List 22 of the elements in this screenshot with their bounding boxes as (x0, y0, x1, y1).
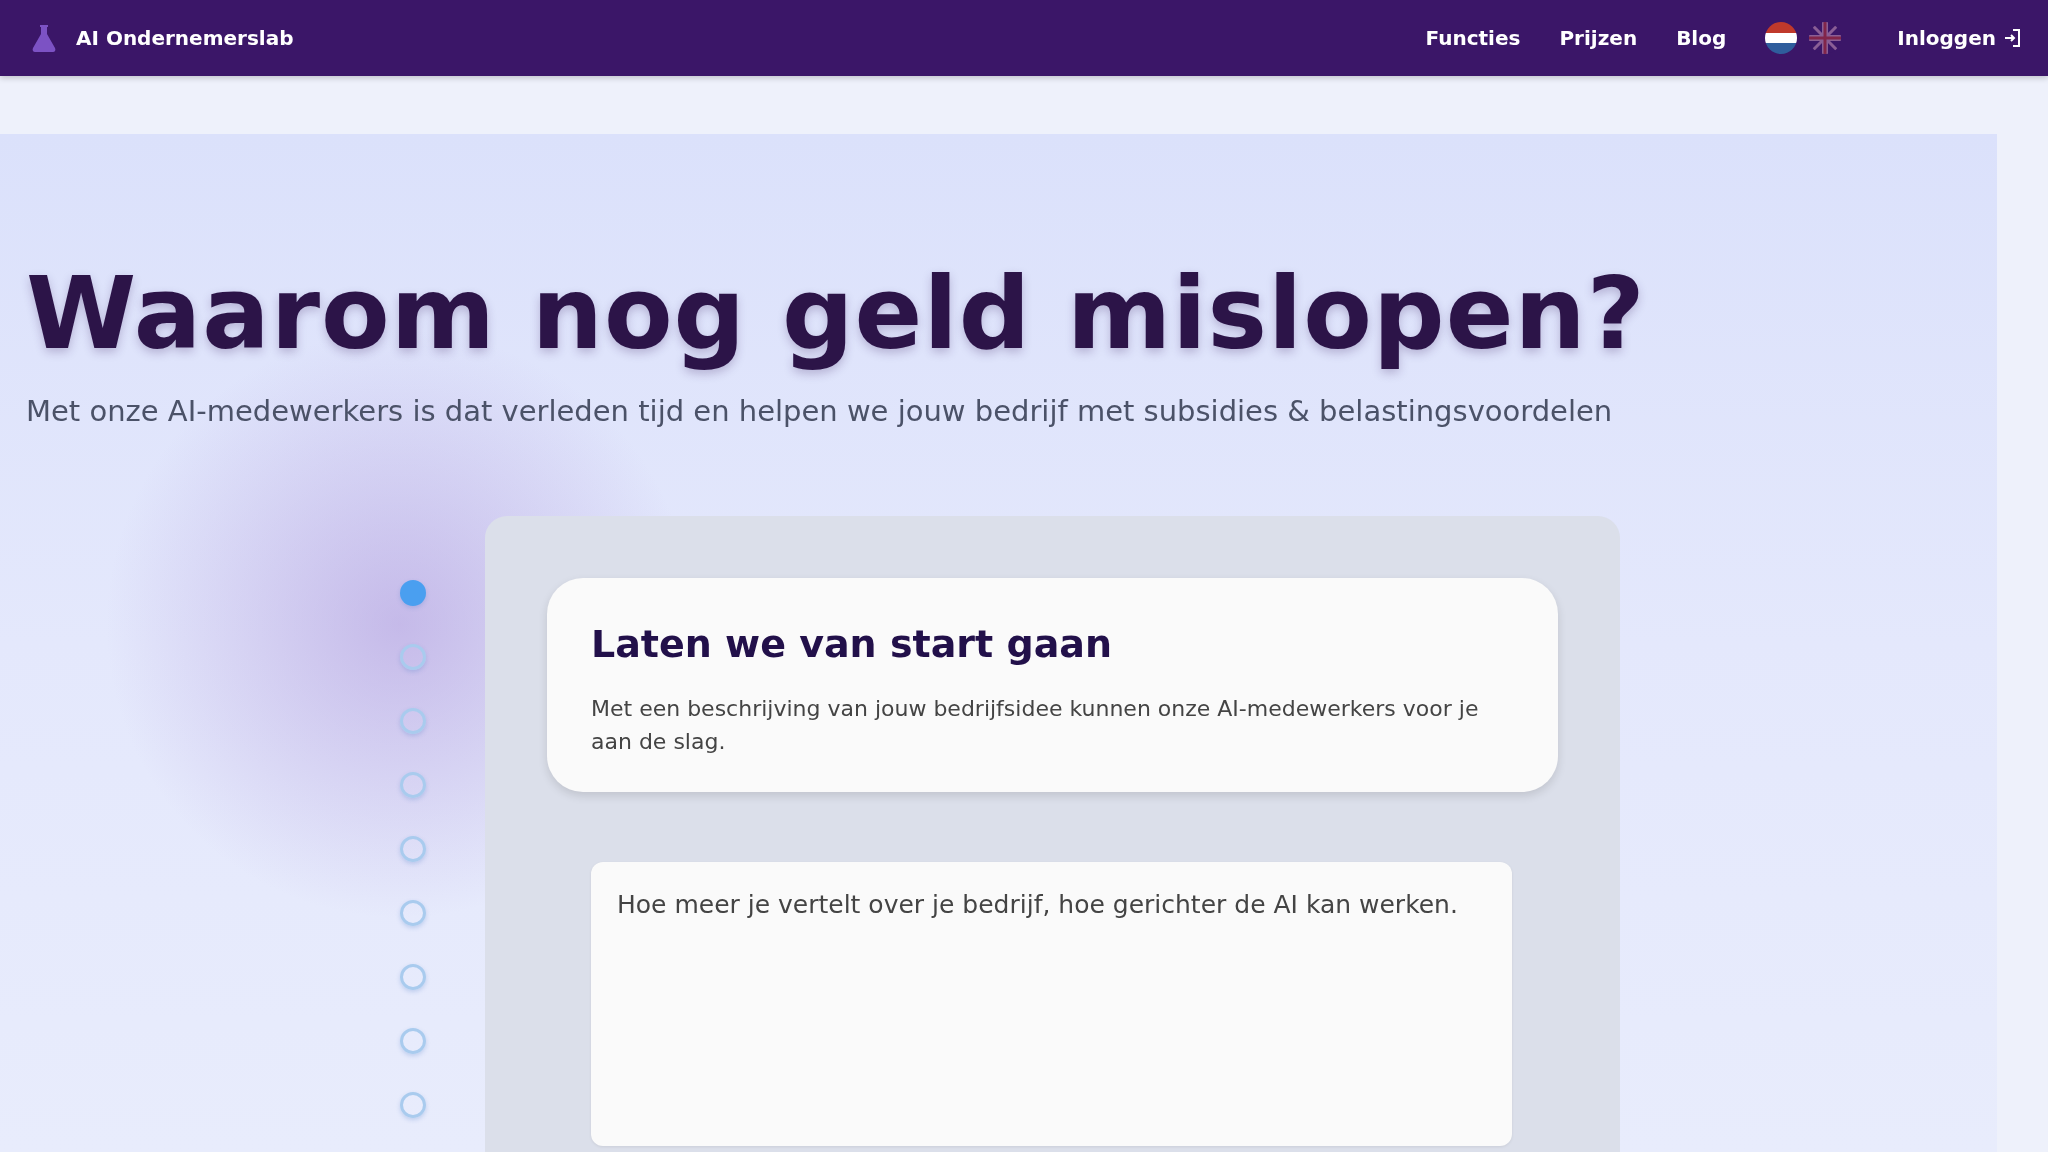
step-indicator[interactable] (400, 644, 426, 670)
step-indicator[interactable] (400, 836, 426, 862)
step-indicator[interactable] (400, 964, 426, 990)
hero-subtitle: Met onze AI-medewerkers is dat verleden tijd en helpen we jouw bedrijf met subsidies & belastingsvoordelen (26, 394, 1614, 428)
step-indicator[interactable] (400, 1028, 426, 1054)
step-indicator[interactable] (400, 900, 426, 926)
card-text: Met een beschrijving van jouw bedrijfsidee kunnen onze AI-medewerkers voor je aan de slag. (591, 695, 1480, 756)
step-indicator[interactable] (400, 580, 426, 606)
step-indicator[interactable] (400, 1092, 426, 1118)
brand-name: AI Ondernemerslab (76, 26, 294, 50)
login-button[interactable]: Inloggen (1897, 26, 2020, 50)
flask-icon (30, 23, 58, 53)
nav-link[interactable]: Prijzen (1559, 26, 1638, 50)
nav-link[interactable]: Functies (1425, 26, 1521, 50)
language-flag-button[interactable] (1765, 22, 1798, 54)
login-icon (2004, 29, 2020, 47)
card-title: Laten we van start gaan (591, 622, 1113, 666)
description-field[interactable]: Hoe meer je vertelt over je bedrijf, hoe gerichter de AI kan werken. (591, 862, 1512, 1146)
hero-title: Waarom nog geld mislopen? (26, 254, 1647, 374)
nav-link[interactable]: Blog (1676, 26, 1727, 50)
step-indicator[interactable] (400, 708, 426, 734)
step-indicator[interactable] (400, 772, 426, 798)
